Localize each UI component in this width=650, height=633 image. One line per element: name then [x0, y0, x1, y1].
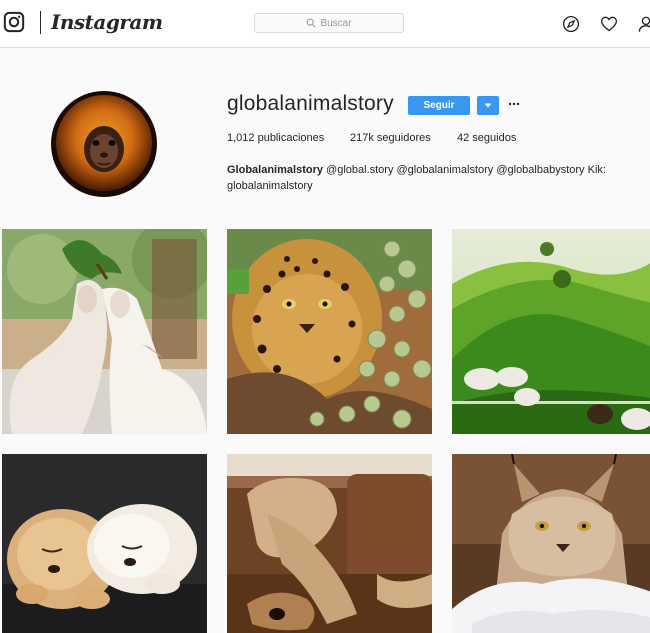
nav-divider — [40, 11, 41, 34]
suggestions-dropdown-button[interactable] — [477, 96, 499, 115]
bio-text: @global.story @globalanimalstory @global… — [322, 164, 606, 176]
post-thumbnail-goats[interactable] — [2, 229, 207, 434]
post-thumbnail-sheep-hills[interactable] — [452, 229, 650, 434]
post-thumbnail-lynx[interactable] — [452, 454, 650, 633]
following-count[interactable]: 42 seguidos — [457, 132, 516, 144]
profile-username: globalanimalstory — [227, 92, 394, 115]
search-placeholder: Buscar — [320, 17, 352, 29]
search-icon — [307, 18, 316, 28]
top-nav: Instagram Buscar — [0, 0, 650, 48]
search-input[interactable]: Buscar — [254, 13, 404, 33]
compass-icon[interactable] — [562, 15, 580, 33]
follow-button[interactable]: Seguir — [408, 96, 470, 115]
post-thumbnail-dog-sofa[interactable] — [227, 454, 432, 633]
profile-bio: Globalanimalstory @global.story @globala… — [227, 162, 627, 194]
instagram-wordmark[interactable]: Instagram — [51, 10, 163, 34]
caret-down-icon — [484, 103, 492, 108]
followers-count[interactable]: 217k seguidores — [350, 132, 431, 144]
user-icon[interactable] — [637, 15, 650, 33]
avatar[interactable] — [51, 91, 157, 197]
more-options-icon[interactable] — [508, 98, 520, 110]
bio-line-2: globalanimalstory — [227, 180, 313, 192]
bio-name: Globalanimalstory — [227, 164, 323, 176]
heart-icon[interactable] — [600, 15, 618, 33]
posts-count: 1,012 publicaciones — [227, 132, 325, 144]
post-thumbnail-puppies[interactable] — [2, 454, 207, 633]
post-thumbnail-leopard[interactable] — [227, 229, 432, 434]
instagram-logo-icon[interactable] — [3, 11, 25, 33]
